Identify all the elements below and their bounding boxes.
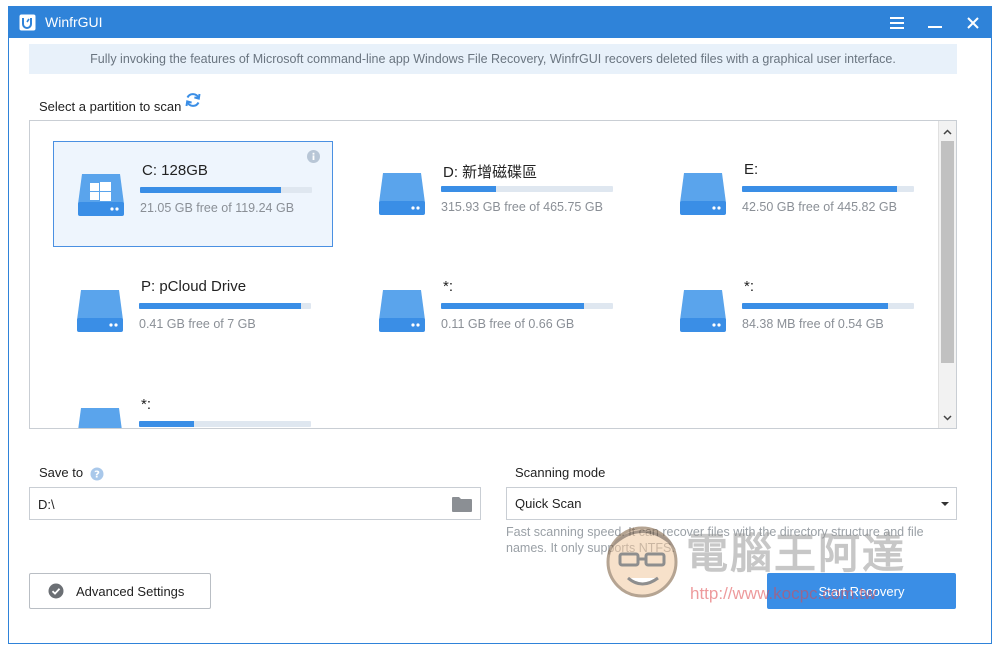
svg-text:?: ? [94,470,100,481]
caret-down-icon [941,502,949,506]
window-title: WinfrGUI [45,14,103,30]
usage-bar-fill [742,186,897,192]
hamburger-menu-icon [890,16,904,29]
partition-scrollbar[interactable] [938,121,956,428]
banner-text: Fully invoking the features of Microsoft… [90,52,896,66]
usage-bar-fill [139,421,195,427]
start-recovery-label: Start Recovery [818,583,905,599]
partition-free-space: 42.50 GB free of 445.82 GB [742,200,897,214]
usage-bar [139,303,311,309]
title-bar[interactable]: WinfrGUI [9,7,991,38]
scanning-mode-value: Quick Scan [515,496,582,511]
advanced-settings-button[interactable]: Advanced Settings [29,573,211,609]
chevron-down-icon [943,414,952,421]
partition-card[interactable]: D: 新增磁碟區 315.93 GB free of 465.75 GB [355,141,635,247]
hard-drive-icon [379,173,425,215]
partition-name: *: [443,278,454,295]
partition-card[interactable]: *: 84.38 MB free of 0.54 GB [656,258,936,364]
scanning-mode-description: Fast scanning speed. It can recover file… [506,525,924,555]
save-path-input[interactable] [30,488,450,521]
partition-free-space: 315.93 GB free of 465.75 GB [441,200,603,214]
refresh-icon[interactable] [184,91,202,109]
partition-free-space: 21.05 GB free of 119.24 GB [140,201,295,215]
scroll-up-button[interactable] [939,123,956,140]
hard-drive-icon [379,290,425,332]
save-to-field[interactable] [29,487,481,521]
partition-list[interactable]: C: 128GB 21.05 GB free of 119.24 GB D: 新增磁… [29,120,957,429]
start-recovery-button[interactable]: Start Recovery [767,573,956,609]
app-logo-icon [19,14,36,31]
usage-bar-fill [140,187,282,193]
scanning-mode-label: Scanning mode [515,465,606,480]
partition-section-label: Select a partition to scan [39,99,182,114]
partition-card[interactable]: C: 128GB 21.05 GB free of 119.24 GB [53,141,333,247]
hard-drive-icon [78,174,124,216]
usage-bar [742,303,914,309]
usage-bar [742,186,914,192]
partition-name: *: [744,278,755,295]
scanning-mode-select[interactable]: Quick Scan [506,487,957,520]
scroll-thumb[interactable] [941,141,954,363]
hard-drive-icon [78,408,122,428]
menu-button[interactable] [879,7,915,38]
partition-free-space: 0.11 GB free of 0.66 GB [441,317,575,331]
partition-card[interactable]: *: 0.11 GB free of 0.66 GB [355,258,635,364]
help-icon[interactable]: ? [90,467,104,481]
minimize-button[interactable] [917,7,953,38]
chevron-up-icon [943,128,952,135]
check-circle-icon [48,583,64,599]
usage-bar [140,187,312,193]
minimize-icon [928,25,942,28]
usage-bar-fill [139,303,301,309]
usage-bar-fill [441,303,584,309]
usage-bar-fill [441,186,497,192]
close-button[interactable] [955,7,991,38]
usage-bar [441,186,613,192]
partition-card[interactable]: E: 42.50 GB free of 445.82 GB [656,141,936,247]
partition-free-space: 0.41 GB free of 7 GB [139,317,256,331]
advanced-settings-label: Advanced Settings [76,583,185,599]
usage-bar-fill [742,303,889,309]
partition-free-space: 84.38 MB free of 0.54 GB [742,317,884,331]
info-icon[interactable] [307,150,320,163]
scroll-down-button[interactable] [939,409,956,426]
hard-drive-icon [680,290,726,332]
usage-bar [139,421,311,427]
partition-name: P: pCloud Drive [141,278,247,295]
partition-name: D: 新增磁碟區 [443,164,538,181]
close-icon [967,16,979,29]
hard-drive-icon [680,173,726,215]
save-to-label: Save to [39,465,84,480]
partition-name: E: [744,161,759,178]
partition-name: *: [141,396,152,413]
partition-card[interactable]: P: pCloud Drive 0.41 GB free of 7 GB [53,258,333,364]
usage-bar [441,303,613,309]
folder-icon[interactable] [452,496,472,512]
info-banner: Fully invoking the features of Microsoft… [29,44,957,74]
partition-name: C: 128GB [142,162,208,179]
hard-drive-icon [77,290,123,332]
partition-card[interactable]: *: [53,376,333,428]
